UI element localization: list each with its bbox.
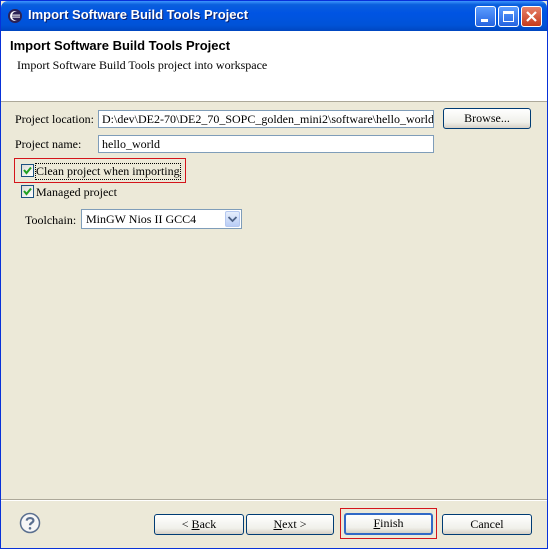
checkmark-icon [23, 166, 32, 175]
project-location-input[interactable]: D:\dev\DE2-70\DE2_70_SOPC_golden_mini2\s… [98, 110, 434, 128]
toolchain-select[interactable]: MinGW Nios II GCC4 [81, 209, 242, 229]
maximize-icon [503, 11, 514, 22]
minimize-icon [481, 19, 488, 22]
title-bar[interactable]: Import Software Build Tools Project [1, 1, 547, 31]
help-icon[interactable] [19, 512, 41, 534]
browse-label: Browse... [464, 111, 510, 125]
back-rest: ack [199, 517, 217, 531]
managed-project-checkbox[interactable] [21, 185, 34, 198]
back-button[interactable]: < Back [154, 514, 244, 535]
clean-project-checkbox[interactable] [21, 164, 34, 177]
header-banner: Import Software Build Tools Project Impo… [1, 31, 547, 102]
toolchain-label: Toolchain: [25, 213, 77, 227]
close-button[interactable] [521, 6, 542, 27]
clean-project-label[interactable]: Clean project when importing [35, 163, 181, 180]
dialog-window: Import Software Build Tools Project Impo… [0, 0, 548, 549]
project-name-input[interactable]: hello_world [98, 135, 434, 153]
cancel-button[interactable]: Cancel [442, 514, 532, 535]
next-rest: ext > [282, 517, 307, 531]
project-name-label: Project name: [15, 137, 82, 151]
finish-rest: inish [380, 516, 404, 530]
project-location-label: Project location: [15, 112, 94, 126]
next-mnemonic: N [273, 517, 283, 531]
managed-project-label[interactable]: Managed project [36, 185, 117, 200]
dropdown-arrow-icon [228, 216, 237, 223]
minimize-button[interactable] [475, 6, 496, 27]
finish-button[interactable]: Finish [344, 513, 433, 535]
footer-separator [1, 499, 547, 501]
page-title: Import Software Build Tools Project [10, 38, 231, 53]
close-icon [526, 11, 537, 22]
page-description: Import Software Build Tools project into… [17, 58, 268, 72]
checkmark-icon [23, 187, 32, 196]
browse-button[interactable]: Browse... [443, 108, 531, 129]
next-button[interactable]: Next > [246, 514, 334, 535]
eclipse-app-icon [7, 8, 23, 24]
toolchain-dropdown-button[interactable] [225, 211, 240, 227]
cancel-label: Cancel [470, 517, 504, 531]
window-title: Import Software Build Tools Project [28, 7, 249, 22]
back-mnemonic: B [191, 517, 200, 531]
toolchain-selected-value: MinGW Nios II GCC4 [86, 212, 197, 226]
back-prefix: < [181, 517, 192, 531]
maximize-button[interactable] [498, 6, 519, 27]
